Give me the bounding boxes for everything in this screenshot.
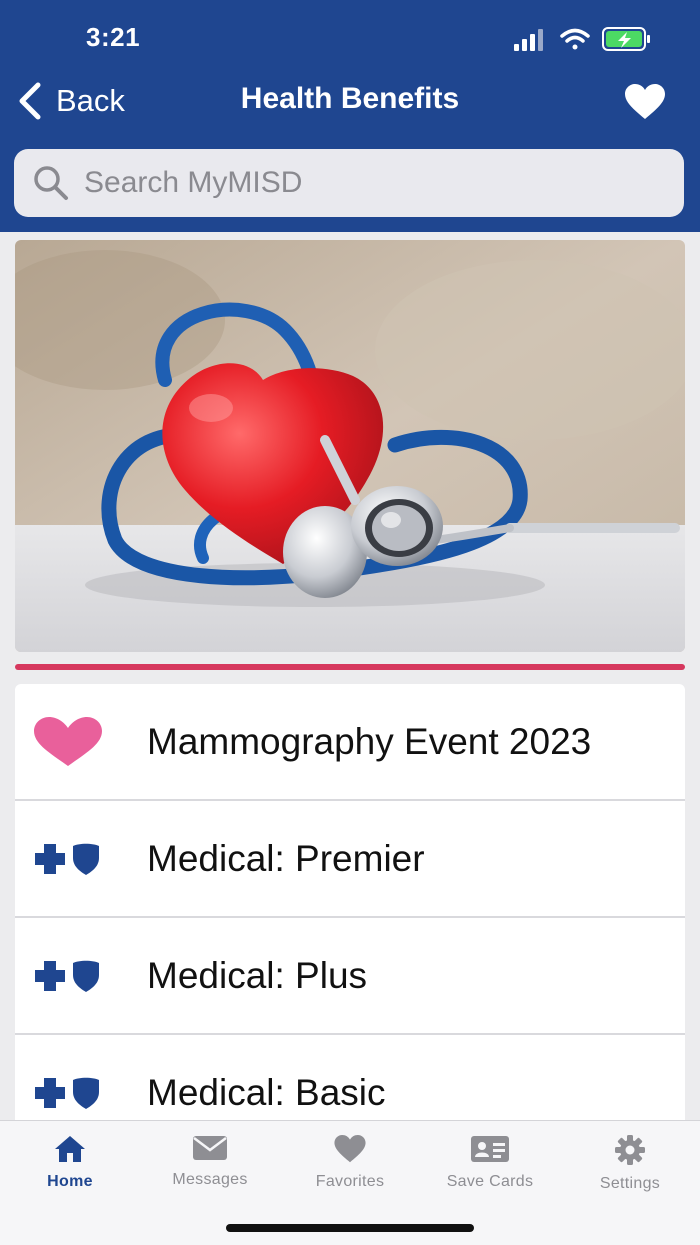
- page-title: Health Benefits: [240, 82, 460, 115]
- search-input[interactable]: [82, 165, 646, 201]
- accent-divider: [15, 664, 685, 670]
- tab-label: Settings: [599, 1175, 661, 1192]
- list-item-label: Medical: Premier: [147, 837, 425, 879]
- home-icon: [55, 1136, 85, 1162]
- heart-icon[interactable]: [624, 84, 666, 120]
- wifi-icon: [560, 28, 590, 50]
- home-indicator: [226, 1224, 474, 1232]
- heart-icon: [334, 1135, 366, 1163]
- pink-heart-icon: [31, 712, 105, 772]
- list-item-label: Medical: Plus: [147, 954, 368, 996]
- tab-label: Home: [47, 1173, 93, 1190]
- list-item-mammography[interactable]: Mammography Event 2023: [15, 684, 685, 801]
- tab-label: Save Cards: [446, 1173, 534, 1190]
- list-item-medical-plus[interactable]: Medical: Plus: [15, 918, 685, 1035]
- signal-icon: [514, 29, 543, 51]
- list-item-medical-premier[interactable]: Medical: Premier: [15, 801, 685, 918]
- benefits-list: Mammography Event 2023 Medical: Premier …: [15, 684, 685, 1120]
- tab-label: Messages: [172, 1171, 248, 1188]
- hero-image: [15, 240, 685, 652]
- cross-shield-icon: [31, 1063, 105, 1121]
- cross-shield-icon: [31, 829, 105, 889]
- tab-messages[interactable]: Messages: [140, 1135, 280, 1189]
- list-item-label: Medical: Basic: [147, 1071, 386, 1113]
- tab-settings[interactable]: Settings: [560, 1135, 700, 1193]
- list-item-label: Mammography Event 2023: [147, 720, 592, 762]
- envelope-icon: [193, 1136, 227, 1160]
- status-time: 3:21: [86, 22, 141, 52]
- battery-icon: [602, 27, 650, 51]
- cross-shield-icon: [31, 946, 105, 1006]
- id-card-icon: [471, 1136, 509, 1162]
- tab-favorites[interactable]: Favorites: [280, 1135, 420, 1191]
- list-item-medical-basic[interactable]: Medical: Basic: [15, 1035, 685, 1120]
- heart-stethoscope-illustration: [15, 240, 685, 652]
- gear-icon: [615, 1135, 645, 1165]
- header-bar: 3:21 Back Health Benefits: [0, 0, 700, 232]
- search-bar[interactable]: [14, 149, 684, 217]
- status-icons: [514, 27, 650, 51]
- search-icon: [34, 166, 68, 200]
- tab-home[interactable]: Home: [0, 1135, 140, 1191]
- tab-save-cards[interactable]: Save Cards: [420, 1135, 560, 1191]
- tab-label: Favorites: [315, 1173, 385, 1190]
